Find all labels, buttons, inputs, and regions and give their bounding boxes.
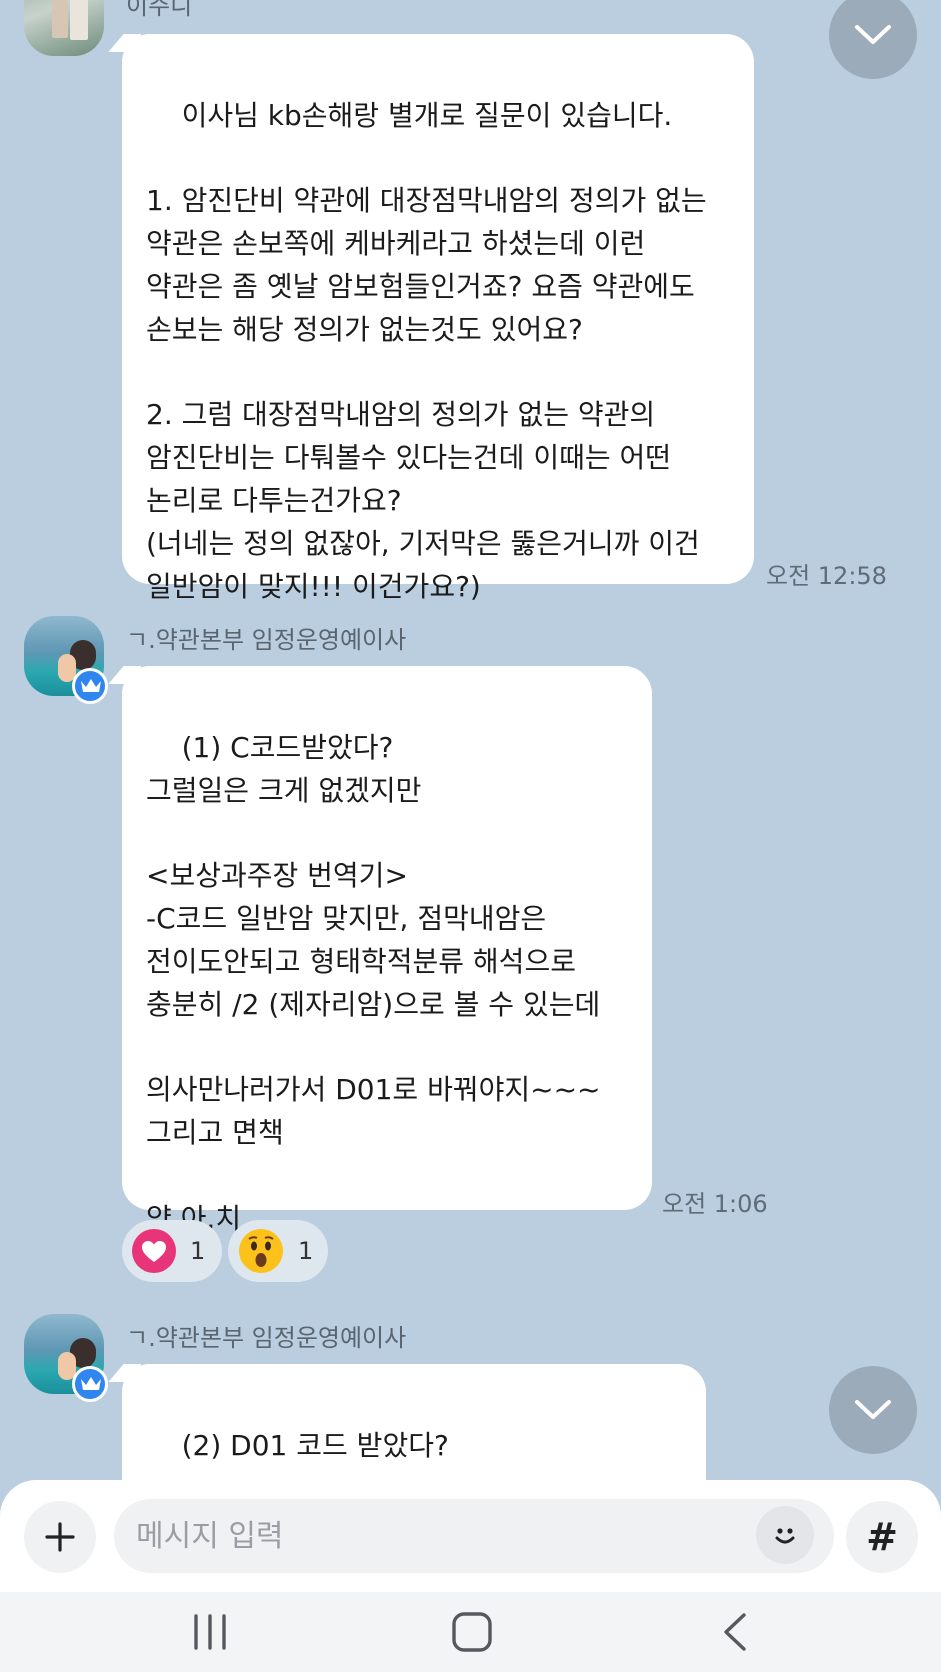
message-bubble[interactable]: (2) D01 코드 받았다? Kcd해석으로도=유사암이죠 (122, 1364, 706, 1480)
message-bubble[interactable]: 이사님 kb손해랑 별개로 질문이 있습니다. 1. 암진단비 약관에 대장점막… (122, 34, 754, 603)
heart-icon (132, 1229, 176, 1273)
chevron-down-icon (855, 25, 891, 44)
sender-name: ㄱ.약관본부 임정운영예이사 (126, 1324, 407, 1352)
chat-area[interactable]: 이주니 이사님 kb손해랑 별개로 질문이 있습니다. 1. 암진단비 약관에 … (0, 0, 941, 1480)
system-nav-bar (0, 1592, 941, 1672)
reaction-heart[interactable]: 1 (122, 1220, 222, 1282)
scroll-down-button[interactable] (829, 0, 917, 79)
back-icon (724, 1613, 746, 1651)
message-time: 오전 1:06 (662, 1190, 768, 1218)
reaction-count: 1 (190, 1237, 206, 1265)
emoji-icon (775, 1528, 795, 1544)
reaction-count: 1 (298, 1237, 314, 1265)
plus-icon (45, 1522, 75, 1552)
surprised-face-icon (239, 1229, 283, 1273)
home-button[interactable] (442, 1606, 502, 1658)
chevron-down-icon (855, 1400, 891, 1419)
message-input[interactable] (114, 1499, 834, 1573)
recents-button[interactable] (180, 1606, 240, 1658)
message-text: 이사님 kb손해랑 별개로 질문이 있습니다. 1. 암진단비 약관에 대장점막… (146, 98, 707, 603)
scroll-to-bottom-button[interactable] (829, 1366, 917, 1454)
avatar[interactable] (24, 0, 104, 56)
emoji-button[interactable] (756, 1506, 814, 1564)
recents-icon (194, 1614, 226, 1650)
attach-button[interactable] (24, 1501, 96, 1573)
message-bubble[interactable]: (1) C코드받았다? 그럴일은 크게 없겠지만 <보상과주장 번역기> -C코… (122, 666, 652, 1235)
crown-badge-icon (72, 1366, 108, 1402)
message-composer: # (0, 1480, 941, 1592)
message-time: 오전 12:58 (766, 562, 887, 590)
message-text: (1) C코드받았다? 그럴일은 크게 없겠지만 <보상과주장 번역기> -C코… (146, 730, 601, 1235)
sender-name: 이주니 (126, 0, 193, 20)
message-text: (2) D01 코드 받았다? Kcd해석으로도=유사암이죠 (181, 1428, 449, 1462)
hash-icon: # (866, 1515, 898, 1559)
sender-name: ㄱ.약관본부 임정운영예이사 (126, 626, 407, 654)
crown-badge-icon (72, 668, 108, 704)
reaction-surprised[interactable]: 1 (228, 1220, 328, 1282)
hashtag-button[interactable]: # (846, 1501, 918, 1573)
back-button[interactable] (705, 1606, 765, 1658)
home-icon (452, 1612, 492, 1652)
